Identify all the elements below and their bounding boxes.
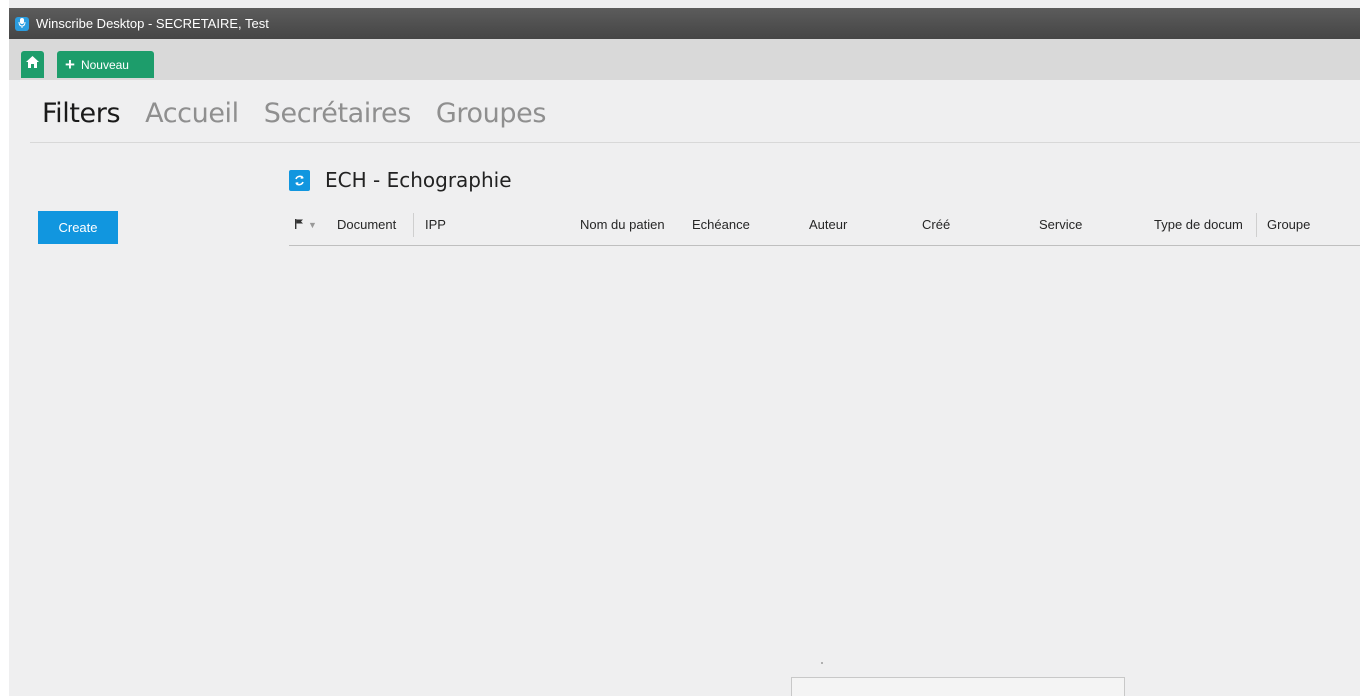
app-window: Winscribe Desktop - SECRETAIRE, Test + N… — [0, 0, 1360, 696]
toolbar: + Nouveau — [9, 39, 1360, 80]
create-button[interactable]: Create — [38, 211, 118, 244]
tab-accueil[interactable]: Accueil — [145, 98, 239, 129]
sort-arrow-icon: ▼ — [308, 220, 317, 230]
column-separator[interactable] — [413, 213, 414, 237]
tab-filters[interactable]: Filters — [42, 98, 121, 129]
column-header-service[interactable]: Service — [1039, 210, 1139, 245]
home-icon — [25, 55, 40, 74]
column-header-type-document[interactable]: Type de docum — [1154, 210, 1253, 245]
refresh-icon[interactable] — [289, 169, 310, 191]
bottom-panel — [791, 677, 1125, 696]
column-header-document[interactable]: Document — [337, 210, 415, 245]
nav-divider — [30, 142, 1360, 143]
column-header-auteur[interactable]: Auteur — [809, 210, 909, 245]
column-header-groupe[interactable]: Groupe — [1267, 210, 1357, 245]
tab-secretaires[interactable]: Secrétaires — [264, 98, 412, 129]
tab-groupes[interactable]: Groupes — [436, 98, 546, 129]
new-button[interactable]: + Nouveau — [57, 51, 154, 78]
plus-icon: + — [65, 55, 75, 74]
section-header: ECH - Echographie — [289, 168, 512, 192]
window-title: Winscribe Desktop - SECRETAIRE, Test — [36, 16, 269, 31]
status-dot — [821, 662, 823, 664]
section-title: ECH - Echographie — [325, 168, 512, 192]
home-button[interactable] — [21, 51, 44, 78]
microphone-icon — [15, 16, 29, 31]
window-left-margin — [0, 0, 9, 696]
column-header-echeance[interactable]: Echéance — [692, 210, 792, 245]
grid-header: ▼ Document IPP Nom du patien Echéance Au… — [289, 210, 1360, 246]
title-bar[interactable]: Winscribe Desktop - SECRETAIRE, Test — [9, 8, 1360, 39]
new-button-label: Nouveau — [80, 57, 129, 72]
flag-icon — [295, 218, 304, 232]
column-header-cree[interactable]: Créé — [922, 210, 1022, 245]
column-header-ipp[interactable]: IPP — [425, 210, 565, 245]
main-nav: Filters Accueil Secrétaires Groupes — [42, 98, 546, 129]
flag-column-header[interactable]: ▼ — [295, 210, 317, 240]
column-header-patient-name[interactable]: Nom du patien — [580, 210, 683, 245]
column-separator[interactable] — [1256, 213, 1257, 237]
